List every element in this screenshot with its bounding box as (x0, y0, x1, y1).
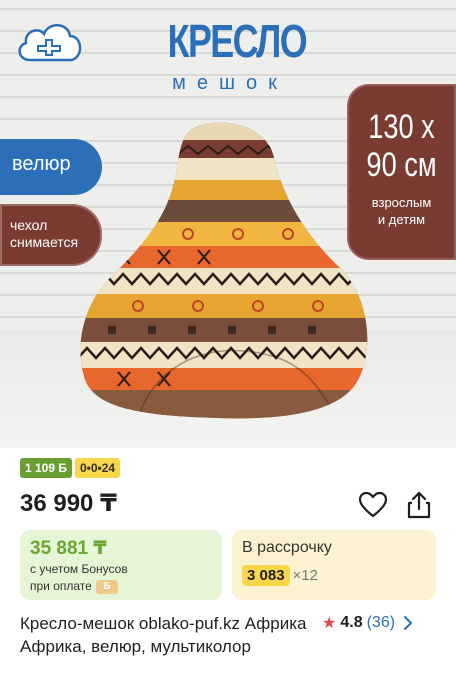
brand-subtitle: мешок (172, 72, 288, 94)
installment-card[interactable]: В рассрочку 3 083 ×12 (232, 530, 436, 600)
size-line1: 130 х (368, 108, 435, 146)
size-line2: 90 см (366, 146, 437, 184)
review-count[interactable]: (36) (367, 614, 395, 632)
cloud-logo-icon (18, 24, 82, 62)
brand-title: КРЕСЛО (167, 15, 308, 67)
product-title: Кресло-мешок oblako-puf.kz Африка Африка… (20, 614, 307, 656)
installment-title: В рассрочку (242, 539, 332, 556)
bean-bag-chair-image (80, 122, 368, 419)
installment-amount: 3 083 (242, 565, 290, 586)
product-image-carousel[interactable]: КРЕСЛО мешок велюр чехол снимается 130 х… (0, 0, 456, 448)
bonus-note: с учетом Бонусов (30, 562, 128, 576)
share-icon[interactable] (404, 490, 434, 520)
chevron-right-icon[interactable] (403, 615, 413, 631)
product-rating[interactable]: ★ 4.8 (36) (322, 613, 413, 633)
rating-value: 4.8 (340, 614, 363, 631)
promo-badges: 1 109 Б 0•0•24 (20, 458, 121, 478)
installment-months: ×12 (292, 567, 318, 584)
bonus-note-line2: при оплате (30, 579, 92, 593)
product-price: 36 990 ₸ (20, 490, 117, 517)
bonus-note-payment: при оплате Б (30, 578, 212, 595)
installment-row: 3 083 ×12 (242, 565, 426, 586)
star-icon: ★ (322, 615, 337, 632)
bonus-price-card[interactable]: 35 881 ₸ с учетом Бонусов при оплате Б (20, 530, 222, 600)
heart-icon[interactable] (358, 490, 388, 520)
bonus-price: 35 881 ₸ (30, 538, 107, 559)
bonus-payment-icon: Б (95, 579, 118, 594)
bonus-badge: 1 109 Б (20, 458, 72, 478)
size-dimensions: 130 х 90 см (358, 108, 445, 184)
installment-badge: 0•0•24 (75, 458, 121, 478)
